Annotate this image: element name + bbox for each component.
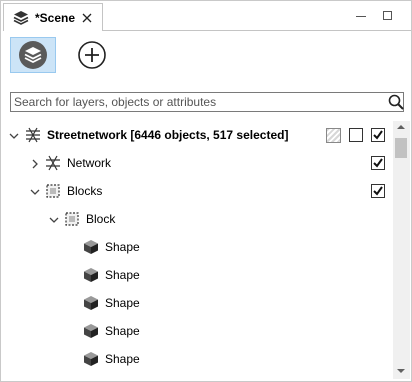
layers-toggle-button[interactable]	[10, 37, 56, 73]
tab-bar: *Scene	[1, 1, 411, 31]
block-icon	[64, 211, 80, 227]
tree-row-blocks[interactable]: Blocks	[1, 177, 393, 205]
scroll-down-icon[interactable]	[397, 369, 405, 373]
close-icon[interactable]	[81, 12, 93, 24]
search-box	[10, 92, 404, 112]
tree-row-shape[interactable]: Shape	[1, 345, 393, 373]
chevron-right-icon[interactable]	[30, 158, 40, 169]
minimize-icon[interactable]	[356, 16, 366, 17]
shape-icon	[83, 295, 99, 311]
tree-label: Shape	[105, 268, 140, 282]
tab-scene[interactable]: *Scene	[3, 3, 103, 31]
search-icon[interactable]	[388, 94, 404, 110]
maximize-icon[interactable]	[383, 11, 392, 20]
hatch-swatch[interactable]	[326, 128, 341, 143]
layers-stack-icon	[19, 41, 47, 69]
shape-icon	[83, 267, 99, 283]
chevron-down-icon[interactable]	[9, 130, 19, 140]
tree-label: Blocks	[67, 184, 103, 198]
visibility-checkbox[interactable]	[371, 184, 385, 198]
shape-icon	[83, 323, 99, 339]
scene-panel: *Scene Search for layers, objects or att…	[0, 0, 412, 382]
tree-row-shape[interactable]: Shape	[1, 317, 393, 345]
tab-divider	[103, 30, 411, 31]
tree-row-block[interactable]: Block	[1, 205, 393, 233]
vertical-scrollbar[interactable]	[393, 121, 410, 379]
tree-label: Shape	[105, 240, 140, 254]
plus-circle-icon	[78, 41, 106, 69]
tree-row-network[interactable]: Network	[1, 149, 393, 177]
chevron-down-icon[interactable]	[30, 186, 40, 196]
tree-label: Shape	[105, 352, 140, 366]
blocks-icon	[45, 183, 61, 199]
tree-row-streetnetwork[interactable]: Streetnetwork [6446 objects, 517 selecte…	[1, 121, 393, 149]
empty-box[interactable]	[349, 128, 363, 142]
street-network-icon	[25, 127, 41, 143]
tree-label: Shape	[105, 324, 140, 338]
shape-icon	[83, 239, 99, 255]
visibility-checkbox[interactable]	[371, 128, 385, 142]
layer-tree: Streetnetwork [6446 objects, 517 selecte…	[1, 121, 393, 379]
scrollbar-thumb[interactable]	[395, 138, 407, 158]
tab-title: *Scene	[35, 10, 76, 25]
tree-label: Shape	[105, 296, 140, 310]
shape-icon	[83, 351, 99, 367]
visibility-checkbox[interactable]	[371, 156, 385, 170]
tree-label: Streetnetwork [6446 objects, 517 selecte…	[47, 128, 289, 142]
search-input[interactable]	[11, 93, 381, 111]
tree-row-shape[interactable]: Shape	[1, 261, 393, 289]
network-icon	[45, 155, 61, 171]
tree-label: Block	[86, 212, 116, 226]
tree-row-shape[interactable]: Shape	[1, 233, 393, 261]
layers-stack-icon	[13, 10, 29, 26]
tree-label: Network	[67, 156, 112, 170]
chevron-down-icon[interactable]	[49, 214, 59, 224]
scroll-up-icon[interactable]	[397, 125, 405, 129]
tree-row-shape[interactable]: Shape	[1, 289, 393, 317]
add-layer-button[interactable]	[69, 37, 115, 73]
